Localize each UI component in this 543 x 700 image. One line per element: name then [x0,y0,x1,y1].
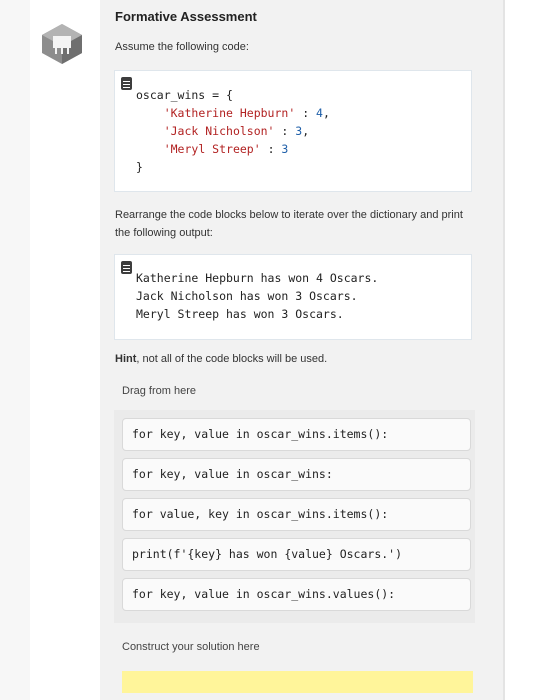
drag-label: Drag from here [122,385,196,397]
code-block[interactable]: for key, value in oscar_wins.values(): [122,578,471,611]
construct-label: Construct your solution here [122,641,260,653]
output-listing: Katherine Hepburn has won 4 Oscars. Jack… [114,254,472,340]
code-block[interactable]: for key, value in oscar_wins: [122,458,471,491]
code-block[interactable]: print(f'{key} has won {value} Oscars.') [122,538,471,571]
document-icon [121,261,132,274]
panel-border [503,0,505,700]
code-text: oscar_wins = { 'Katherine Hepburn' : 4, … [136,88,330,174]
left-strip [0,0,30,700]
code-block[interactable]: for key, value in oscar_wins.items(): [122,418,471,451]
code-listing: oscar_wins = { 'Katherine Hepburn' : 4, … [114,70,472,192]
solution-drop-zone[interactable] [122,671,473,693]
document-icon [121,77,132,90]
output-text: Katherine Hepburn has won 4 Oscars. Jack… [136,271,379,321]
code-block[interactable]: for value, key in oscar_wins.items(): [122,498,471,531]
logo-icon [42,24,82,64]
instruction-text: Rearrange the code blocks below to itera… [115,209,463,239]
page-title: Formative Assessment [115,9,257,24]
intro-text: Assume the following code: [115,41,249,53]
hint-text: Hint, not all of the code blocks will be… [115,353,328,365]
